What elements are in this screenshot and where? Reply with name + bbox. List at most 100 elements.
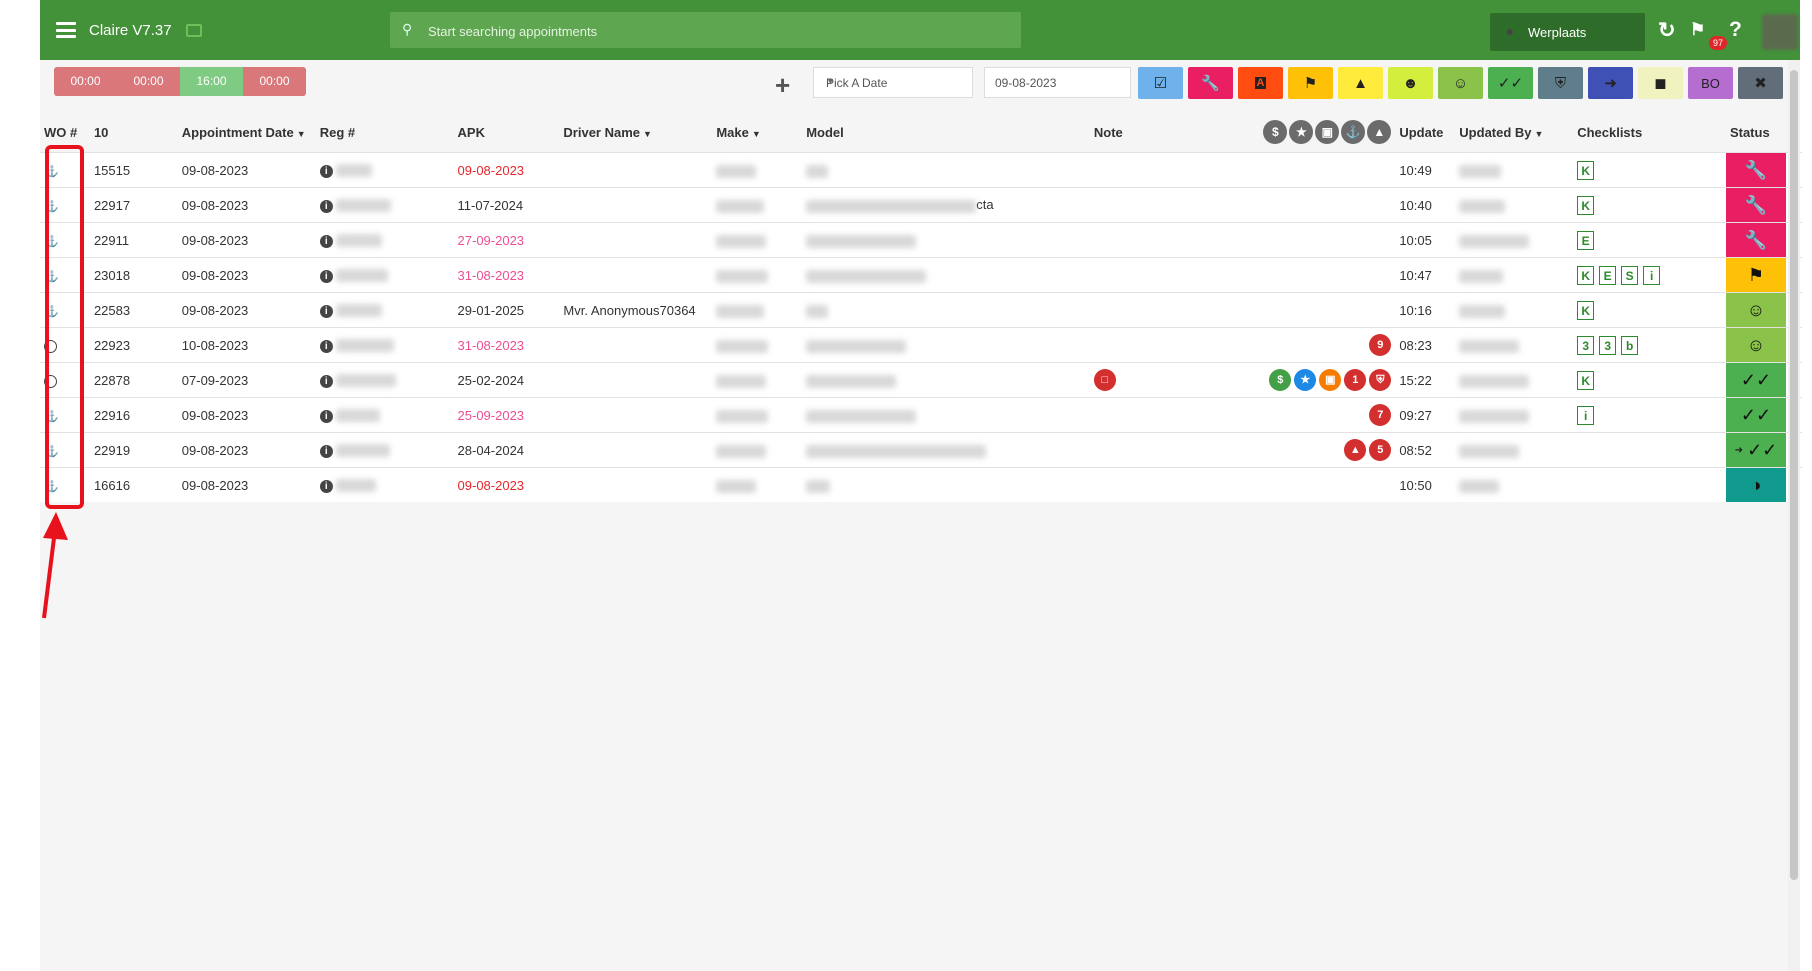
info-icon[interactable]: i xyxy=(319,375,333,388)
date-picker-select[interactable]: Pick A Date ▼ xyxy=(813,67,973,98)
search-bar[interactable]: ⚲ xyxy=(390,12,1021,48)
driver-header[interactable]: Driver Name xyxy=(563,125,640,140)
reg-header[interactable]: Reg # xyxy=(320,125,355,140)
info-icon[interactable]: i xyxy=(319,235,333,248)
info-icon[interactable]: i xyxy=(319,410,333,423)
status-cell[interactable]: 🔧 xyxy=(1725,223,1786,257)
filter-close-button[interactable]: ✖ xyxy=(1738,67,1783,99)
model-header[interactable]: Model xyxy=(806,125,844,140)
filter-double-check-button[interactable]: ✓✓ xyxy=(1488,67,1533,99)
timer-4[interactable]: 00:00 xyxy=(243,67,306,96)
status-cell[interactable]: ☺ xyxy=(1725,293,1786,327)
checklist-badge[interactable]: K xyxy=(1577,370,1595,390)
filter-smiley-button[interactable]: ☺ xyxy=(1438,67,1483,99)
info-icon[interactable]: i xyxy=(319,480,333,493)
timer-2[interactable]: 00:00 xyxy=(117,67,180,96)
table-row[interactable]: ⚓ 22917 09-08-2023 i 11-07-2024 cta 10:4… xyxy=(40,187,1802,223)
wo-number[interactable]: 23018 xyxy=(89,257,178,293)
scrollbar[interactable] xyxy=(1788,60,1800,971)
filter-wrench-button[interactable]: 🔧 xyxy=(1188,67,1233,99)
checklist-badge[interactable]: b xyxy=(1621,335,1639,355)
info-icon[interactable]: i xyxy=(319,305,333,318)
filter-warning-button[interactable]: ▲ xyxy=(1338,67,1383,99)
wo-number[interactable]: 22911 xyxy=(89,222,178,258)
table-row[interactable]: 22923 10-08-2023 i 31-08-2023 9 08:23 33… xyxy=(40,327,1802,363)
filter-user-check-button[interactable]: ☻ xyxy=(1388,67,1433,99)
updated-by-header[interactable]: Updated By xyxy=(1459,125,1531,140)
flag-icon[interactable]: ⚑ xyxy=(1690,20,1705,40)
add-appointment-button[interactable]: + xyxy=(775,70,790,101)
checklist-badge[interactable]: K xyxy=(1577,195,1595,215)
make-header[interactable]: Make xyxy=(716,125,749,140)
warning-icon: ▲ xyxy=(1367,120,1392,144)
info-icon[interactable]: i xyxy=(319,200,333,213)
status-cell[interactable]: ✓✓ xyxy=(1725,398,1786,432)
table-row[interactable]: 22878 07-09-2023 i 25-02-2024 □ $ ★ ▣ 1 ⛨ 15… xyxy=(40,362,1802,398)
checklist-badge[interactable]: S xyxy=(1621,265,1639,285)
filter-car-button[interactable]: ◼ xyxy=(1638,67,1683,99)
filter-shield-button[interactable]: ⛨ xyxy=(1538,67,1583,99)
wo-number[interactable]: 16616 xyxy=(89,467,178,502)
info-icon[interactable]: i xyxy=(319,165,333,178)
menu-icon[interactable] xyxy=(56,22,76,38)
status-cell[interactable]: ⚑ xyxy=(1725,258,1786,292)
apk-header[interactable]: APK xyxy=(458,125,485,140)
info-icon[interactable]: i xyxy=(319,340,333,353)
wo-number[interactable]: 22917 xyxy=(89,187,178,223)
note-icon[interactable]: □ xyxy=(1093,369,1116,391)
info-icon[interactable]: i xyxy=(319,270,333,283)
table-row[interactable]: ⚓ 23018 09-08-2023 i 31-08-2023 10:47 KE… xyxy=(40,257,1802,293)
checklist-badge[interactable]: i xyxy=(1643,265,1661,285)
search-input[interactable] xyxy=(426,20,990,42)
status-cell[interactable]: ☺ xyxy=(1725,328,1786,362)
checklist-badge[interactable]: 3 xyxy=(1599,335,1617,355)
avatar[interactable] xyxy=(1762,14,1798,50)
checklist-badge[interactable]: 3 xyxy=(1577,335,1595,355)
count-badge: 5 xyxy=(1369,439,1392,461)
location-selector[interactable]: ● Werplaats xyxy=(1490,13,1645,51)
checklist-badge[interactable]: K xyxy=(1577,160,1595,180)
timer-1[interactable]: 00:00 xyxy=(54,67,117,96)
timer-3[interactable]: 16:00 xyxy=(180,67,243,96)
date-header[interactable]: Appointment Date xyxy=(182,125,294,140)
table-row[interactable]: ⚓ 15515 09-08-2023 i 09-08-2023 10:49 K … xyxy=(40,152,1802,188)
wo-number[interactable]: 22923 xyxy=(89,327,178,363)
checklist-badge[interactable]: K xyxy=(1577,300,1595,320)
filter-bo-button[interactable]: BO xyxy=(1688,67,1733,99)
wo-number[interactable]: 22583 xyxy=(89,292,178,328)
apk-date: 25-02-2024 xyxy=(453,362,560,398)
filter-calendar-button[interactable]: ☑ xyxy=(1138,67,1183,99)
filter-exit-button[interactable]: ➜ xyxy=(1588,67,1633,99)
status-cell[interactable]: 🔧 xyxy=(1725,188,1786,222)
filter-tag-button[interactable]: ⚑ xyxy=(1288,67,1333,99)
moon-icon: ◑ xyxy=(1750,474,1762,495)
refresh-icon[interactable]: ↻ xyxy=(1658,18,1676,43)
checklist-badge[interactable]: E xyxy=(1577,230,1595,250)
wo-header[interactable]: WO # xyxy=(44,125,77,140)
cast-icon[interactable] xyxy=(186,24,202,37)
date-field[interactable] xyxy=(984,67,1131,98)
status-cell[interactable]: ➜ ✓✓ xyxy=(1725,433,1786,467)
table-row[interactable]: ⚓ 22916 09-08-2023 i 25-09-2023 7 09:27 … xyxy=(40,397,1802,433)
status-cell[interactable]: 🔧 xyxy=(1725,153,1786,187)
update-time: 10:16 xyxy=(1395,292,1456,328)
checklist-badge[interactable]: i xyxy=(1577,405,1595,425)
wo-number[interactable]: 15515 xyxy=(89,152,178,188)
filter-a-button[interactable]: A xyxy=(1238,67,1283,99)
apk-date: 28-04-2024 xyxy=(453,432,560,468)
wo-number[interactable]: 22919 xyxy=(89,432,178,468)
table-row[interactable]: ⚓ 22911 09-08-2023 i 27-09-2023 10:05 E … xyxy=(40,222,1802,258)
shield-icon: ⛨ xyxy=(1369,369,1392,391)
appointments-table: WO # 10 Appointment Date ▼ Reg # APK Driv… xyxy=(40,112,1802,502)
checklist-badge[interactable]: K xyxy=(1577,265,1595,285)
info-icon[interactable]: i xyxy=(319,445,333,458)
wo-number[interactable]: 22878 xyxy=(89,362,178,398)
wo-number[interactable]: 22916 xyxy=(89,397,178,433)
table-row[interactable]: ⚓ 16616 09-08-2023 i 09-08-2023 10:50 ◑ xyxy=(40,467,1802,502)
help-icon[interactable]: ? xyxy=(1729,18,1742,42)
checklist-badge[interactable]: E xyxy=(1599,265,1617,285)
table-row[interactable]: ⚓ 22583 09-08-2023 i 29-01-2025 Mvr. Ano… xyxy=(40,292,1802,328)
status-cell[interactable]: ◑ xyxy=(1725,468,1786,502)
table-row[interactable]: ⚓ 22919 09-08-2023 i 28-04-2024 ▲ 5 08:52… xyxy=(40,432,1802,468)
status-cell[interactable]: ✓✓ xyxy=(1725,363,1786,397)
